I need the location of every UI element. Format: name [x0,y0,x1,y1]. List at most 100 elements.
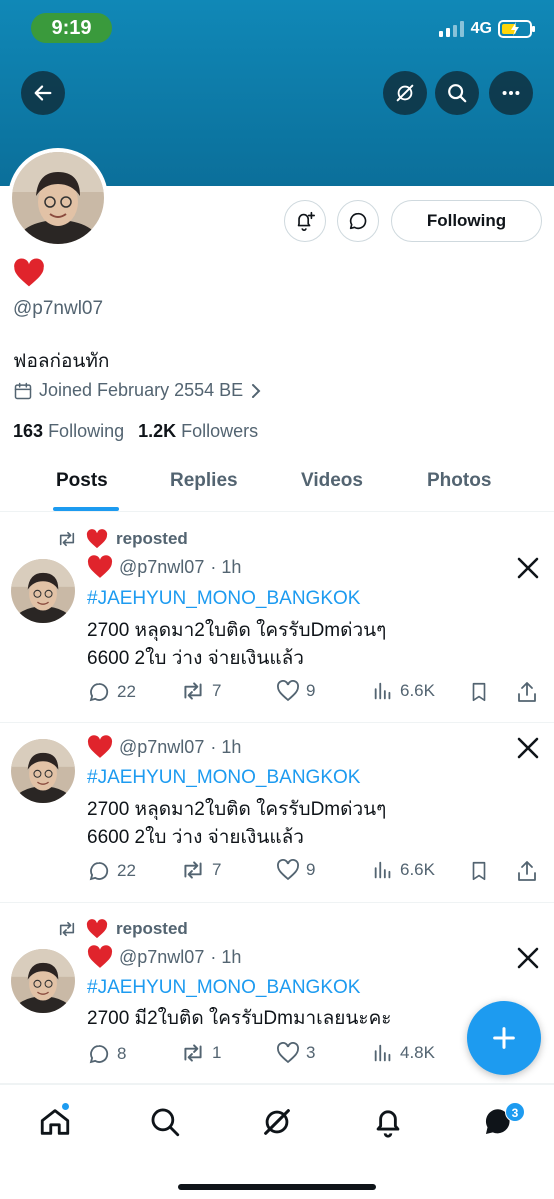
search-icon[interactable] [148,1105,182,1139]
post-text-line: 2700 หลุดมา2ใบติด ใครรับDmด่วนๆ [87,799,387,820]
notifications-bell-icon[interactable] [371,1105,405,1139]
hashtag-link[interactable]: #JAEHYUN_MONO_BANGKOK [87,767,360,789]
author-handle[interactable]: @p7nwl07 [119,737,204,758]
bookmark-icon [472,861,486,881]
reply-icon [89,683,109,702]
joined-date[interactable]: Joined February 2554 BE [13,380,263,401]
network-label: 4G [470,20,492,37]
avatar[interactable] [11,949,75,1013]
repost-icon [184,1044,202,1062]
avatar[interactable] [11,559,75,623]
repost-button[interactable]: 1 [180,1042,221,1064]
views-button[interactable]: 6.6K [372,680,435,702]
search-button[interactable] [435,71,479,115]
red-heart-icon [86,919,108,939]
repost-indicator: reposted [56,919,188,939]
post-actions: 22 7 9 6.6K [87,680,542,706]
views-button[interactable]: 6.6K [372,859,435,881]
compose-button[interactable] [467,1001,541,1075]
like-button[interactable]: 3 [276,1042,315,1064]
hashtag-link[interactable]: #JAEHYUN_MONO_BANGKOK [87,977,360,999]
share-button[interactable] [515,859,539,883]
reply-button[interactable]: 8 [87,1042,126,1066]
more-icon [502,90,520,96]
post-time: · 1h [210,736,242,757]
views-chart-icon [374,1044,391,1062]
profile-avatar[interactable] [8,148,108,248]
search-icon [448,84,467,103]
share-button[interactable] [515,680,539,704]
reply-button[interactable]: 22 [87,680,136,704]
red-heart-icon [86,529,108,549]
more-options-button[interactable] [489,71,533,115]
tab-posts[interactable]: Posts [56,470,108,492]
messages-badge: 3 [505,1102,525,1122]
views-button[interactable]: 4.8K [372,1042,435,1064]
x-logo-icon [517,947,539,969]
reply-icon [89,1045,109,1064]
heart-outline-icon [277,859,299,881]
calendar-icon [14,382,32,399]
plus-icon [493,1027,515,1049]
red-heart-icon [14,258,44,287]
bell-plus-icon [297,211,315,231]
author-handle[interactable]: @p7nwl07 [119,947,204,968]
reply-button[interactable]: 22 [87,859,136,883]
reply-icon [89,862,109,881]
bottom-nav: 3 [0,1084,554,1199]
bookmark-button[interactable] [468,859,490,883]
bookmark-button[interactable] [468,680,490,704]
status-time: 9:19 [31,13,112,43]
post-text-line: 2700 หลุดมา2ใบติด ใครรับDmด่วนๆ [87,620,387,641]
repost-button[interactable]: 7 [180,680,221,702]
post-header: @p7nwl07 · 1h [87,555,241,579]
message-button[interactable] [337,200,379,242]
post-item[interactable]: reposted @p7nwl07 · 1h #JAEHYUN_MONO_BAN… [0,513,554,723]
repost-icon [184,682,202,700]
x-logo-icon [517,557,539,579]
repost-icon [59,921,75,937]
avatar[interactable] [11,739,75,803]
tab-photos[interactable]: Photos [427,470,491,492]
battery-icon [498,20,535,38]
notification-subscribe-button[interactable] [284,200,326,242]
repost-indicator: reposted [56,529,188,549]
follow-stats: 163 Following 1.2K Followers [13,421,258,442]
red-heart-icon [87,945,113,968]
post-header: @p7nwl07 · 1h [87,945,241,969]
active-tab-indicator [53,507,119,511]
like-button[interactable]: 9 [276,859,315,881]
hashtag-link[interactable]: #JAEHYUN_MONO_BANGKOK [87,588,360,610]
tab-videos[interactable]: Videos [301,470,363,492]
red-heart-icon [87,735,113,758]
following-button[interactable]: Following [391,200,542,242]
grok-button[interactable] [383,71,427,115]
share-icon [518,682,536,702]
heart-outline-icon [277,1042,299,1064]
post-time: · 1h [210,556,242,577]
tab-replies[interactable]: Replies [170,470,238,492]
red-heart-icon [87,555,113,578]
message-bubble-icon [349,212,367,230]
post-item[interactable]: reposted @p7nwl07 · 1h #JAEHYUN_MONO_BAN… [0,903,554,1084]
grok-icon[interactable] [260,1105,294,1139]
back-arrow-icon [34,85,52,101]
bookmark-icon [472,682,486,702]
repost-icon [184,861,202,879]
chevron-right-icon [252,383,261,398]
followers-stat[interactable]: 1.2K Followers [138,421,258,442]
author-handle[interactable]: @p7nwl07 [119,557,204,578]
views-chart-icon [374,861,391,879]
like-button[interactable]: 9 [276,680,315,702]
grok-icon [396,84,414,102]
home-notification-dot [61,1102,70,1111]
repost-button[interactable]: 7 [180,859,221,881]
post-item[interactable]: @p7nwl07 · 1h #JAEHYUN_MONO_BANGKOK 2700… [0,723,554,903]
joined-text: Joined February 2554 BE [39,380,244,400]
home-indicator [178,1184,376,1190]
back-button[interactable] [21,71,65,115]
post-text-line: 6600 2ใบ ว่าง จ่ายเงินแล้ว [87,648,304,669]
following-stat[interactable]: 163 Following [13,421,124,442]
post-header: @p7nwl07 · 1h [87,735,241,759]
post-text-line: 2700 มี2ใบติด ใครรับDmมาเลยนะคะ [87,1008,392,1029]
